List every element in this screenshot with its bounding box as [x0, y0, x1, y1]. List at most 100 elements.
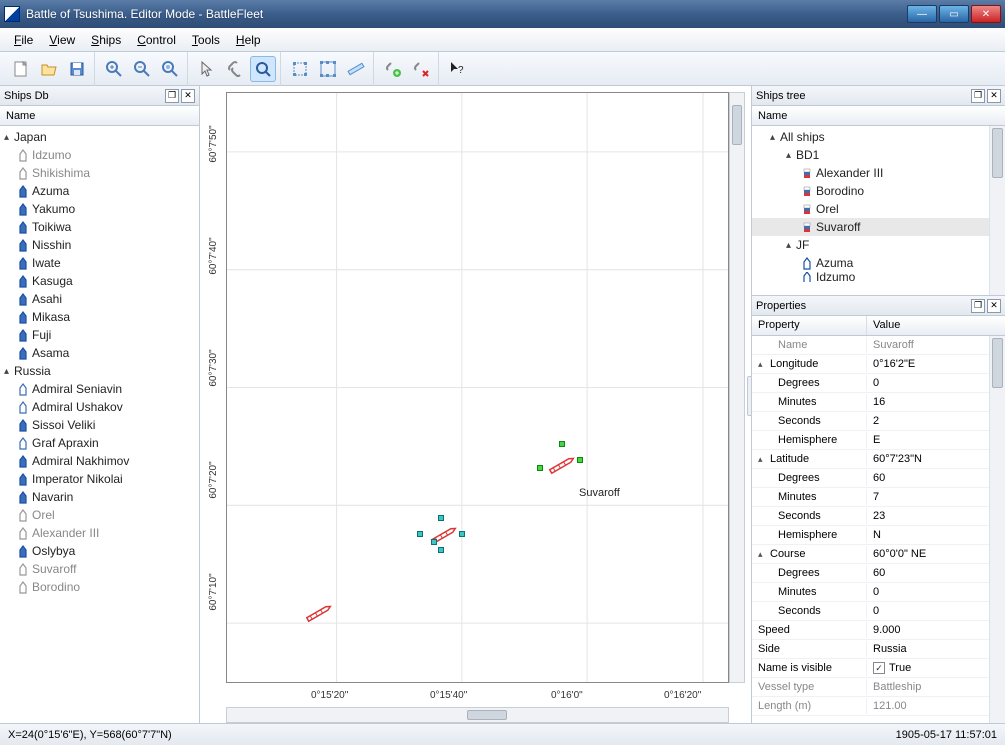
menu-ships[interactable]: Ships [83, 30, 129, 50]
tree-ship[interactable]: Kasuga [0, 272, 199, 290]
menu-tools[interactable]: Tools [184, 30, 228, 50]
tree-ship[interactable]: Admiral Seniavin [0, 380, 199, 398]
property-row[interactable]: Degrees0 [752, 374, 1005, 393]
select-rect-icon[interactable] [287, 56, 313, 82]
property-row[interactable]: NameSuvaroff [752, 336, 1005, 355]
map-ship[interactable] [302, 603, 336, 626]
tree-ship[interactable]: Orel [752, 200, 1005, 218]
tree-ship[interactable]: Mikasa [0, 308, 199, 326]
tree-ship[interactable]: Azuma [0, 182, 199, 200]
menu-help[interactable]: Help [228, 30, 269, 50]
link-add-icon[interactable] [380, 56, 406, 82]
menu-file[interactable]: File [6, 30, 41, 50]
property-row[interactable]: Speed9.000 [752, 621, 1005, 640]
panel-float-icon[interactable]: ❐ [971, 89, 985, 103]
map-ship-suvaroff[interactable] [545, 455, 579, 478]
tree-ship[interactable]: Suvaroff [752, 218, 1005, 236]
tree-ship[interactable]: Borodino [0, 578, 199, 596]
ships-db-tree[interactable]: ▴JapanIdzumoShikishimaAzumaYakumoToikiwa… [0, 126, 199, 723]
panel-close-icon[interactable]: ✕ [987, 89, 1001, 103]
tree-ship[interactable]: Suvaroff [0, 560, 199, 578]
property-row[interactable]: Minutes16 [752, 393, 1005, 412]
tree-ship[interactable]: Asama [0, 344, 199, 362]
tree-group[interactable]: ▴BD1 [752, 146, 1005, 164]
tree-group[interactable]: ▴Russia [0, 362, 199, 380]
property-row[interactable]: SideRussia [752, 640, 1005, 659]
measure-icon[interactable] [343, 56, 369, 82]
tree-ship[interactable]: Admiral Nakhimov [0, 452, 199, 470]
tree-ship[interactable]: Iwate [0, 254, 199, 272]
zoom-region-icon[interactable] [250, 56, 276, 82]
property-row[interactable]: Seconds2 [752, 412, 1005, 431]
link-remove-icon[interactable] [408, 56, 434, 82]
properties-scroll[interactable] [989, 336, 1005, 723]
new-file-icon[interactable] [8, 56, 34, 82]
panel-float-icon[interactable]: ❐ [165, 89, 179, 103]
menu-view[interactable]: View [41, 30, 83, 50]
zoom-fit-icon[interactable] [157, 56, 183, 82]
prop-col-value[interactable]: Value [867, 316, 1005, 335]
map-vscroll[interactable] [729, 92, 745, 683]
tree-ship[interactable]: Nisshin [0, 236, 199, 254]
property-row[interactable]: HemisphereN [752, 526, 1005, 545]
tree-ship[interactable]: Idzumo [752, 272, 1005, 282]
ships-db-col-header[interactable]: Name [0, 106, 199, 126]
tree-group[interactable]: ▴Japan [0, 128, 199, 146]
property-row[interactable]: ▴Latitude60°7'23"N [752, 450, 1005, 469]
tree-root[interactable]: ▴All ships [752, 128, 1005, 146]
map-canvas[interactable]: Suvaroff [226, 92, 729, 683]
tree-ship[interactable]: Sissoi Veliki [0, 416, 199, 434]
property-row[interactable]: Vessel typeBattleship [752, 678, 1005, 697]
property-row[interactable]: ▴Course60°0'0" NE [752, 545, 1005, 564]
tree-ship[interactable]: Navarin [0, 488, 199, 506]
tree-ship[interactable]: Orel [0, 506, 199, 524]
tree-ship[interactable]: Idzumo [0, 146, 199, 164]
pointer-icon[interactable] [194, 56, 220, 82]
panel-float-icon[interactable]: ❐ [971, 299, 985, 313]
tree-ship[interactable]: Alexander III [752, 164, 1005, 182]
zoom-out-icon[interactable] [129, 56, 155, 82]
link-icon[interactable] [222, 56, 248, 82]
minimize-button[interactable]: — [907, 5, 937, 23]
tree-ship[interactable]: Asahi [0, 290, 199, 308]
property-row[interactable]: Seconds0 [752, 602, 1005, 621]
property-row[interactable]: ▴Longitude0°16'2"E [752, 355, 1005, 374]
tree-ship[interactable]: Yakumo [0, 200, 199, 218]
tree-ship[interactable]: Toikiwa [0, 218, 199, 236]
select-all-icon[interactable] [315, 56, 341, 82]
property-row[interactable]: Minutes7 [752, 488, 1005, 507]
tree-ship[interactable]: Oslybya [0, 542, 199, 560]
property-row[interactable]: Length (m)121.00 [752, 697, 1005, 716]
tree-group[interactable]: ▴JF [752, 236, 1005, 254]
tree-ship[interactable]: Admiral Ushakov [0, 398, 199, 416]
zoom-in-icon[interactable] [101, 56, 127, 82]
help-cursor-icon[interactable]: ? [445, 56, 471, 82]
ships-tree-col-header[interactable]: Name [752, 106, 1005, 126]
ships-tree[interactable]: ▴All ships▴BD1Alexander IIIBorodinoOrelS… [752, 126, 1005, 295]
property-row[interactable]: Degrees60 [752, 469, 1005, 488]
maximize-button[interactable]: ▭ [939, 5, 969, 23]
save-icon[interactable] [64, 56, 90, 82]
property-row[interactable]: Seconds23 [752, 507, 1005, 526]
panel-close-icon[interactable]: ✕ [987, 299, 1001, 313]
properties-table[interactable]: NameSuvaroff▴Longitude0°16'2"EDegrees0Mi… [752, 336, 1005, 723]
prop-col-property[interactable]: Property [752, 316, 867, 335]
tree-ship[interactable]: Fuji [0, 326, 199, 344]
property-row[interactable]: Minutes0 [752, 583, 1005, 602]
open-file-icon[interactable] [36, 56, 62, 82]
property-row[interactable]: Name is visible✓True [752, 659, 1005, 678]
close-button[interactable]: ✕ [971, 5, 1001, 23]
map-hscroll[interactable] [226, 707, 729, 723]
tree-ship[interactable]: Borodino [752, 182, 1005, 200]
tree-ship[interactable]: Graf Apraxin [0, 434, 199, 452]
tree-ship[interactable]: Alexander III [0, 524, 199, 542]
tree-ship[interactable]: Shikishima [0, 164, 199, 182]
property-row[interactable]: HemisphereE [752, 431, 1005, 450]
tree-ship[interactable]: Azuma [752, 254, 1005, 272]
property-row[interactable]: Degrees60 [752, 564, 1005, 583]
menu-control[interactable]: Control [129, 30, 184, 50]
ships-tree-scroll[interactable] [989, 126, 1005, 295]
panel-close-icon[interactable]: ✕ [181, 89, 195, 103]
tree-ship[interactable]: Imperator Nikolai [0, 470, 199, 488]
map-ship[interactable] [427, 525, 461, 548]
